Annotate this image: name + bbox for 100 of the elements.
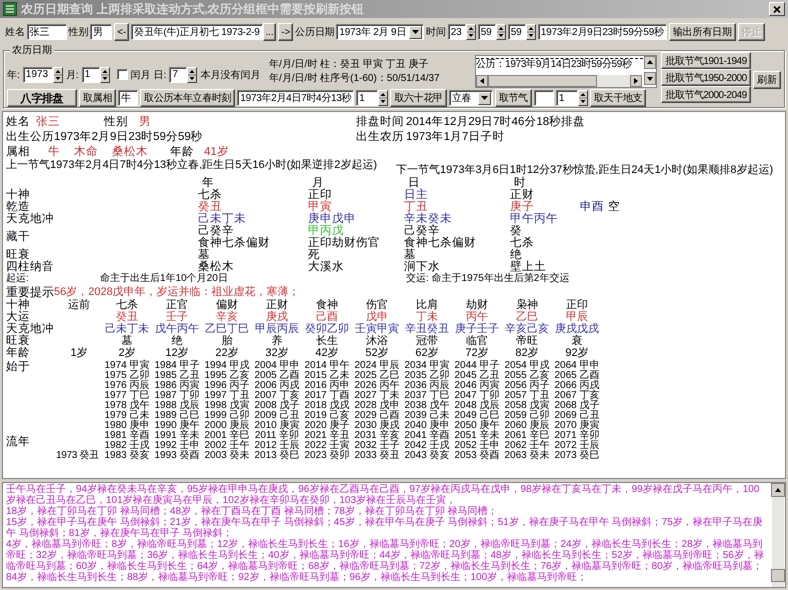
liunian-year: 2053 癸酉	[454, 451, 500, 461]
spin-buttons[interactable]	[496, 24, 506, 40]
liunian-year: 2036 丙辰	[404, 381, 450, 391]
button[interactable]: 取六十花甲	[390, 89, 447, 107]
text-field[interactable]: 癸丑年(牛)正月初七 1973-2-9	[131, 24, 263, 40]
text-field[interactable]: 7	[169, 66, 188, 82]
button[interactable]: 取公历本年立春时刻	[140, 89, 236, 107]
button[interactable]: 刷新	[753, 71, 781, 89]
field-label: 日:	[154, 68, 166, 82]
liunian-year: 2040 庚申	[404, 421, 450, 431]
text-field[interactable]: 1	[356, 90, 378, 106]
button[interactable]: 八字排盘	[7, 89, 77, 107]
vertical-scrollbar[interactable]	[771, 483, 785, 587]
dayun-cell-text: 甲辰丙辰	[254, 323, 300, 335]
button[interactable]: 批取节气2000-2049	[661, 86, 751, 103]
close-button[interactable]	[769, 2, 785, 16]
liunian-year: 1987 丁卯	[154, 391, 200, 401]
liunian-year: 2030 庚戌	[354, 421, 400, 431]
liunian-year: 2029 己酉	[354, 411, 400, 421]
liunian-year: 1990 庚午	[154, 421, 200, 431]
liunian-year: 1986 丙寅	[154, 381, 200, 391]
text-field[interactable]: 1	[82, 66, 100, 82]
row-label: 乾造	[6, 201, 30, 213]
liunian-year: 2032 壬子	[354, 441, 400, 451]
liunian-year: 1988 戊辰	[154, 401, 200, 411]
liunian-year: 2018 戊戌	[304, 401, 350, 411]
spin-buttons[interactable]	[578, 90, 588, 106]
liunian-year: 2066 丙戌	[554, 381, 600, 391]
spin-buttons[interactable]	[526, 24, 536, 40]
text-field[interactable]: 59	[478, 24, 496, 40]
liunian-year: 1997 丁丑	[204, 391, 250, 401]
liunian-year: 2048 戊辰	[454, 401, 500, 411]
liunian-year: 2009 己丑	[254, 411, 300, 421]
paipan-time-value: 2014年12月29日7时46分18秒排盘	[406, 114, 586, 129]
dayun-cell-text: 壬寅甲寅	[354, 323, 400, 335]
button[interactable]: ...	[262, 23, 276, 41]
list-box[interactable]: 公历：1973年9月14日23时59分59秒	[475, 55, 657, 88]
dayun-cell-text: 己未丁未	[104, 323, 150, 335]
pillar-cell-text: 壁上土	[510, 261, 547, 273]
list-item[interactable]: 公历：1973年9月14日23时59分59秒	[476, 59, 643, 71]
liunian-year: 2069 己丑	[554, 411, 600, 421]
spin-buttons[interactable]	[52, 66, 63, 82]
term-dropdown[interactable]: 立春	[448, 90, 493, 106]
horizontal-scrollbar[interactable]	[476, 75, 642, 87]
dayun-cell-text: 正官	[165, 299, 189, 311]
liunian-year: 1991 辛未	[154, 431, 200, 441]
spin-buttons[interactable]	[187, 66, 198, 82]
text-field[interactable]	[534, 90, 554, 106]
pillar-cell-text: 癸丑	[198, 201, 222, 213]
text-field[interactable]: 1973年2月9日23时59分59秒	[538, 24, 667, 40]
text-field[interactable]: 牛	[118, 90, 138, 106]
row-label: 始于	[6, 361, 31, 374]
button[interactable]: 批取节气1901-1949	[661, 52, 751, 69]
button[interactable]: 批取节气1950-2000	[661, 69, 751, 86]
dayun-cell-text: 癸丑	[115, 311, 139, 323]
dayun-cell-text: 2岁	[117, 347, 137, 359]
text-field[interactable]: 59	[508, 24, 526, 40]
leap-month-checkbox[interactable]	[116, 69, 128, 80]
dayun-cell-text: 壬子	[165, 311, 189, 323]
liunian-year: 1981 辛酉	[104, 431, 150, 441]
button[interactable]: 取节气	[494, 89, 532, 107]
vertical-scrollbar[interactable]	[644, 56, 656, 86]
pillar-cell-text: 七杀	[198, 189, 223, 201]
dayun-cell-text: 92岁	[564, 347, 590, 359]
text-field[interactable]: 1	[556, 90, 578, 106]
liunian-year: 2057 丁丑	[504, 391, 550, 401]
liunian-year: 2061 辛巳	[504, 431, 550, 441]
spin-buttons[interactable]	[100, 66, 110, 82]
liunian-year: 1994 甲戌	[204, 361, 250, 371]
column-header: 年	[202, 177, 214, 189]
button[interactable]: 输出所有日期	[668, 23, 736, 41]
text-field[interactable]: 23	[448, 24, 466, 40]
button[interactable]: 取天干地支	[590, 89, 646, 107]
text-field[interactable]: 男	[90, 24, 112, 40]
date-picker[interactable]: 1973年 2月 9日	[336, 24, 424, 40]
pillar-cell-text: 己未丁未	[198, 213, 247, 225]
liunian-year: 2015 乙未	[304, 371, 350, 381]
pillar-cell-text: 涧下水	[404, 261, 441, 273]
spin-buttons[interactable]	[378, 90, 388, 106]
dropdown-button[interactable]	[478, 92, 491, 104]
text-field[interactable]: 张三	[26, 24, 67, 40]
dayun-cell-text: 12岁	[164, 347, 190, 359]
note-paragraph: 壬午马在壬子，94岁禄在癸未马在辛亥，95岁禄在甲申马在庚戌，96岁禄在乙酉马在己酉，97岁禄在丙戌马在戊申，98岁禄在丁亥马在丁未，99岁禄在戊子马在丙午，100岁禄在己丑马在乙巳，101岁禄在庚寅马在甲辰，102岁禄在辛卯马在癸卯，103岁禄在壬辰马在壬寅，	[6, 484, 760, 506]
liunian-year: 2065 乙酉	[554, 371, 600, 381]
liunian-year: 2033 癸丑	[354, 451, 400, 461]
liunian-year: 2027 丁未	[354, 391, 400, 401]
button[interactable]: 取属相	[79, 89, 116, 107]
liunian-year: 1983 癸亥	[104, 451, 150, 461]
liunian-year: 1995 乙亥	[204, 371, 250, 381]
dayun-cell-text: 劫财	[465, 299, 489, 311]
dayun-cell-text: 庚戌戊戌	[554, 323, 600, 335]
button[interactable]: <-	[114, 23, 129, 41]
dropdown-button[interactable]	[409, 26, 422, 38]
text-field[interactable]: 1973	[22, 66, 53, 82]
column-header: 时	[513, 177, 526, 189]
button[interactable]: ->	[278, 23, 294, 41]
spin-buttons[interactable]	[466, 24, 476, 40]
liunian-year: 2051 辛未	[454, 431, 500, 441]
text-field[interactable]: 1973年2月4日7时4分13秒	[237, 90, 354, 106]
liunian-year: 2063 癸未	[504, 451, 550, 461]
